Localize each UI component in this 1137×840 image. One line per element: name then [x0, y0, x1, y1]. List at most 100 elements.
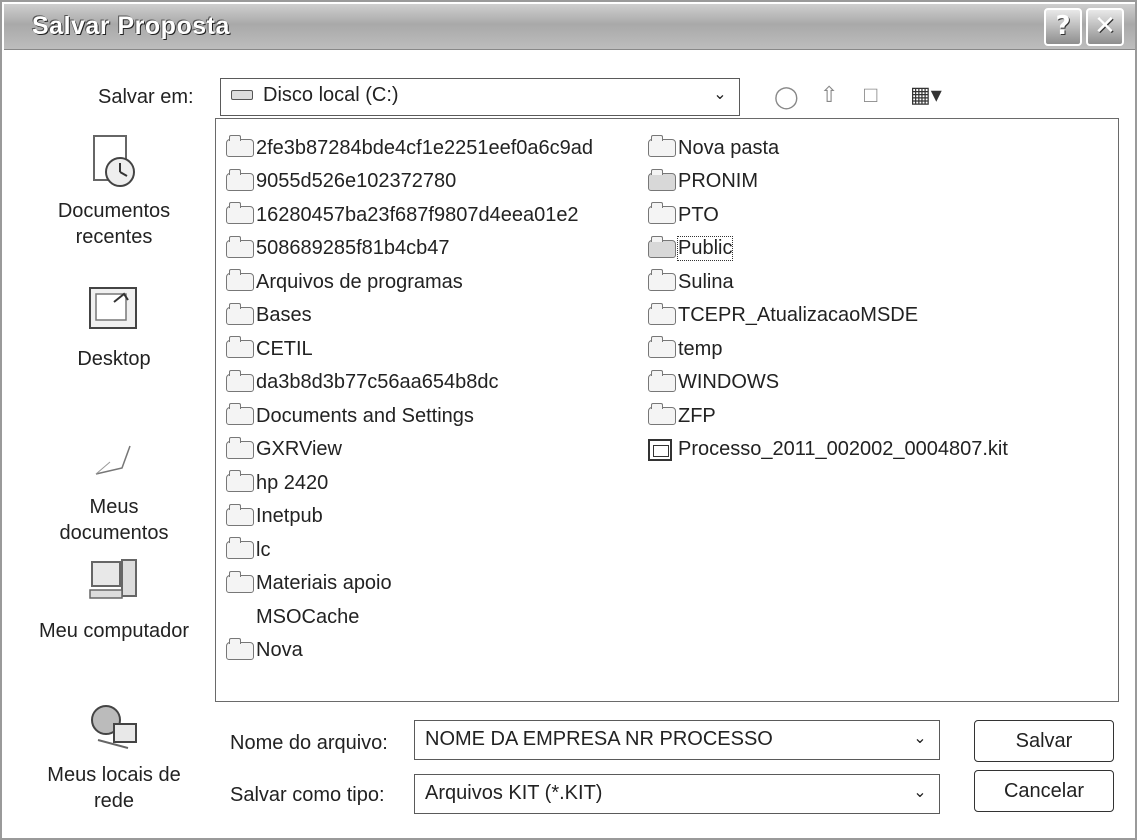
chevron-down-icon[interactable]: ⌄ [707, 83, 733, 107]
filetype-dropdown[interactable]: Arquivos KIT (*.KIT) ⌄ [414, 774, 940, 814]
folder-name: Materiais apoio [256, 572, 392, 594]
folder-name: WINDOWS [678, 371, 780, 393]
place-network[interactable]: Meus locais de rede [16, 696, 212, 814]
folder-icon [226, 503, 254, 526]
place-label: rede [93, 790, 135, 812]
file-name: Processo_2011_002002_0004807.kit [678, 438, 1008, 460]
folder-name: Documents and Settings [256, 404, 474, 427]
folder-icon [226, 269, 254, 291]
shared-folder-icon [648, 168, 676, 191]
folder-icon [648, 135, 676, 157]
folder-name: PRONIM [678, 170, 758, 192]
network-places-icon [91, 705, 137, 749]
folder-item[interactable]: hp 2420 [226, 468, 328, 498]
file-list[interactable]: 2fe3b87284bde4cf1e2251eef0a6c9ad 9055d52… [215, 118, 1119, 702]
folder-item[interactable]: Documents and Settings [226, 401, 474, 431]
folder-item[interactable]: lc [226, 535, 270, 565]
new-folder-icon[interactable]: □ [864, 82, 877, 108]
folder-item[interactable]: Arquivos de programas [226, 267, 463, 297]
chevron-down-icon[interactable]: ⌄ [907, 781, 933, 805]
folder-item[interactable]: Materiais apoio [226, 569, 392, 599]
filename-input[interactable]: NOME DA EMPRESA NR PROCESSO ⌄ [414, 720, 940, 760]
filetype-label-text: Salvar como tipo: [230, 784, 385, 806]
folder-icon [226, 436, 254, 459]
folder-icon [226, 470, 254, 492]
save-in-value: Disco local (C:) [263, 84, 399, 106]
views-menu-icon[interactable]: ▦▾ [910, 82, 942, 108]
folder-item[interactable]: 16280457ba23f687f9807d4eea01e2 [226, 200, 579, 230]
save-button[interactable]: Salvar [974, 720, 1114, 762]
folder-name: 2fe3b87284bde4cf1e2251eef0a6c9ad [256, 136, 593, 159]
chevron-down-icon[interactable]: ⌄ [907, 727, 933, 751]
folder-name: TCEPR_AtualizacaoMSDE [678, 304, 919, 326]
folder-item[interactable]: WINDOWS [648, 368, 779, 398]
folder-name: Nova pasta [678, 136, 780, 159]
place-recent-documents[interactable]: Documentos recentes [16, 132, 212, 250]
folder-icon [226, 202, 254, 224]
back-icon[interactable]: ◯ [774, 84, 799, 110]
file-item[interactable]: Processo_2011_002002_0004807.kit [648, 435, 1008, 465]
place-desktop[interactable]: Desktop [16, 280, 212, 372]
folder-icon [226, 537, 254, 559]
cancel-button[interactable]: Cancelar [974, 770, 1114, 812]
folder-icon [226, 570, 254, 593]
save-in-label-text: Salvar em: [98, 86, 194, 108]
folder-icon [226, 135, 254, 157]
place-label: Meu computador [38, 620, 190, 642]
save-in-dropdown[interactable]: Disco local (C:) ⌄ [220, 78, 740, 116]
folder-item[interactable]: 2fe3b87284bde4cf1e2251eef0a6c9ad [226, 133, 593, 163]
close-button[interactable]: ✕ [1086, 8, 1124, 46]
folder-icon [226, 302, 254, 325]
folder-name: 9055d526e102372780 [256, 170, 457, 192]
folder-item[interactable]: temp [648, 334, 722, 364]
folder-name: 508689285f81b4cb47 [256, 237, 450, 259]
folder-item-selected[interactable]: Public [648, 234, 734, 264]
folder-item[interactable]: PRONIM [648, 167, 758, 197]
folder-item[interactable]: 508689285f81b4cb47 [226, 234, 450, 264]
place-label: recentes [75, 226, 153, 248]
my-computer-icon [89, 559, 137, 599]
folder-item[interactable]: CETIL [226, 334, 313, 364]
place-my-computer[interactable]: Meu computador [16, 552, 212, 644]
folder-item[interactable]: Sulina [648, 267, 734, 297]
folder-item[interactable]: 9055d526e102372780 [226, 167, 456, 197]
folder-item[interactable]: Inetpub [226, 502, 323, 532]
recent-documents-icon [93, 135, 135, 187]
folder-name: lc [256, 538, 271, 561]
folder-item[interactable]: da3b8d3b77c56aa654b8dc [226, 368, 498, 398]
help-button[interactable]: ? [1044, 8, 1082, 46]
folder-name: Nova [256, 639, 303, 661]
save-dialog: Salvar Proposta ? ✕ Salvar em: Disco loc… [0, 0, 1137, 840]
save-in-label: Salvar em: [98, 86, 194, 109]
folder-icon [648, 369, 676, 392]
folder-icon [226, 168, 254, 191]
up-folder-icon[interactable]: ⇧ [820, 82, 838, 108]
folder-icon [648, 403, 676, 425]
folder-item[interactable]: Bases [226, 301, 312, 331]
folder-item[interactable]: Nova pasta [648, 133, 779, 163]
folder-name: ZFP [678, 404, 716, 427]
folder-item[interactable]: PTO [648, 200, 719, 230]
my-documents-icon [95, 445, 131, 475]
filename-value[interactable]: NOME DA EMPRESA NR PROCESSO [425, 728, 773, 751]
folder-name: PTO [678, 203, 719, 226]
folder-icon [648, 336, 676, 358]
folder-icon [226, 336, 254, 358]
place-my-documents[interactable]: Meus documentos [16, 428, 212, 546]
place-label: Meus locais de [47, 764, 181, 786]
place-label: Documentos [57, 200, 171, 222]
desktop-icon [89, 287, 137, 329]
filename-label-text: Nome do arquivo: [230, 732, 388, 754]
folder-item[interactable]: Nova [226, 636, 303, 666]
folder-item[interactable]: TCEPR_AtualizacaoMSDE [648, 301, 918, 331]
folder-item[interactable]: MSOCache [226, 602, 359, 632]
folder-name: Inetpub [256, 505, 323, 527]
folder-name: hp 2420 [256, 471, 329, 494]
folder-icon [226, 637, 254, 660]
folder-item[interactable]: GXRView [226, 435, 342, 465]
folder-icon [226, 235, 254, 258]
folder-item[interactable]: ZFP [648, 401, 716, 431]
title-bar[interactable]: Salvar Proposta ? ✕ [4, 4, 1135, 50]
folder-name: da3b8d3b77c56aa654b8dc [256, 371, 499, 393]
filename-label: Nome do arquivo: [230, 732, 388, 755]
